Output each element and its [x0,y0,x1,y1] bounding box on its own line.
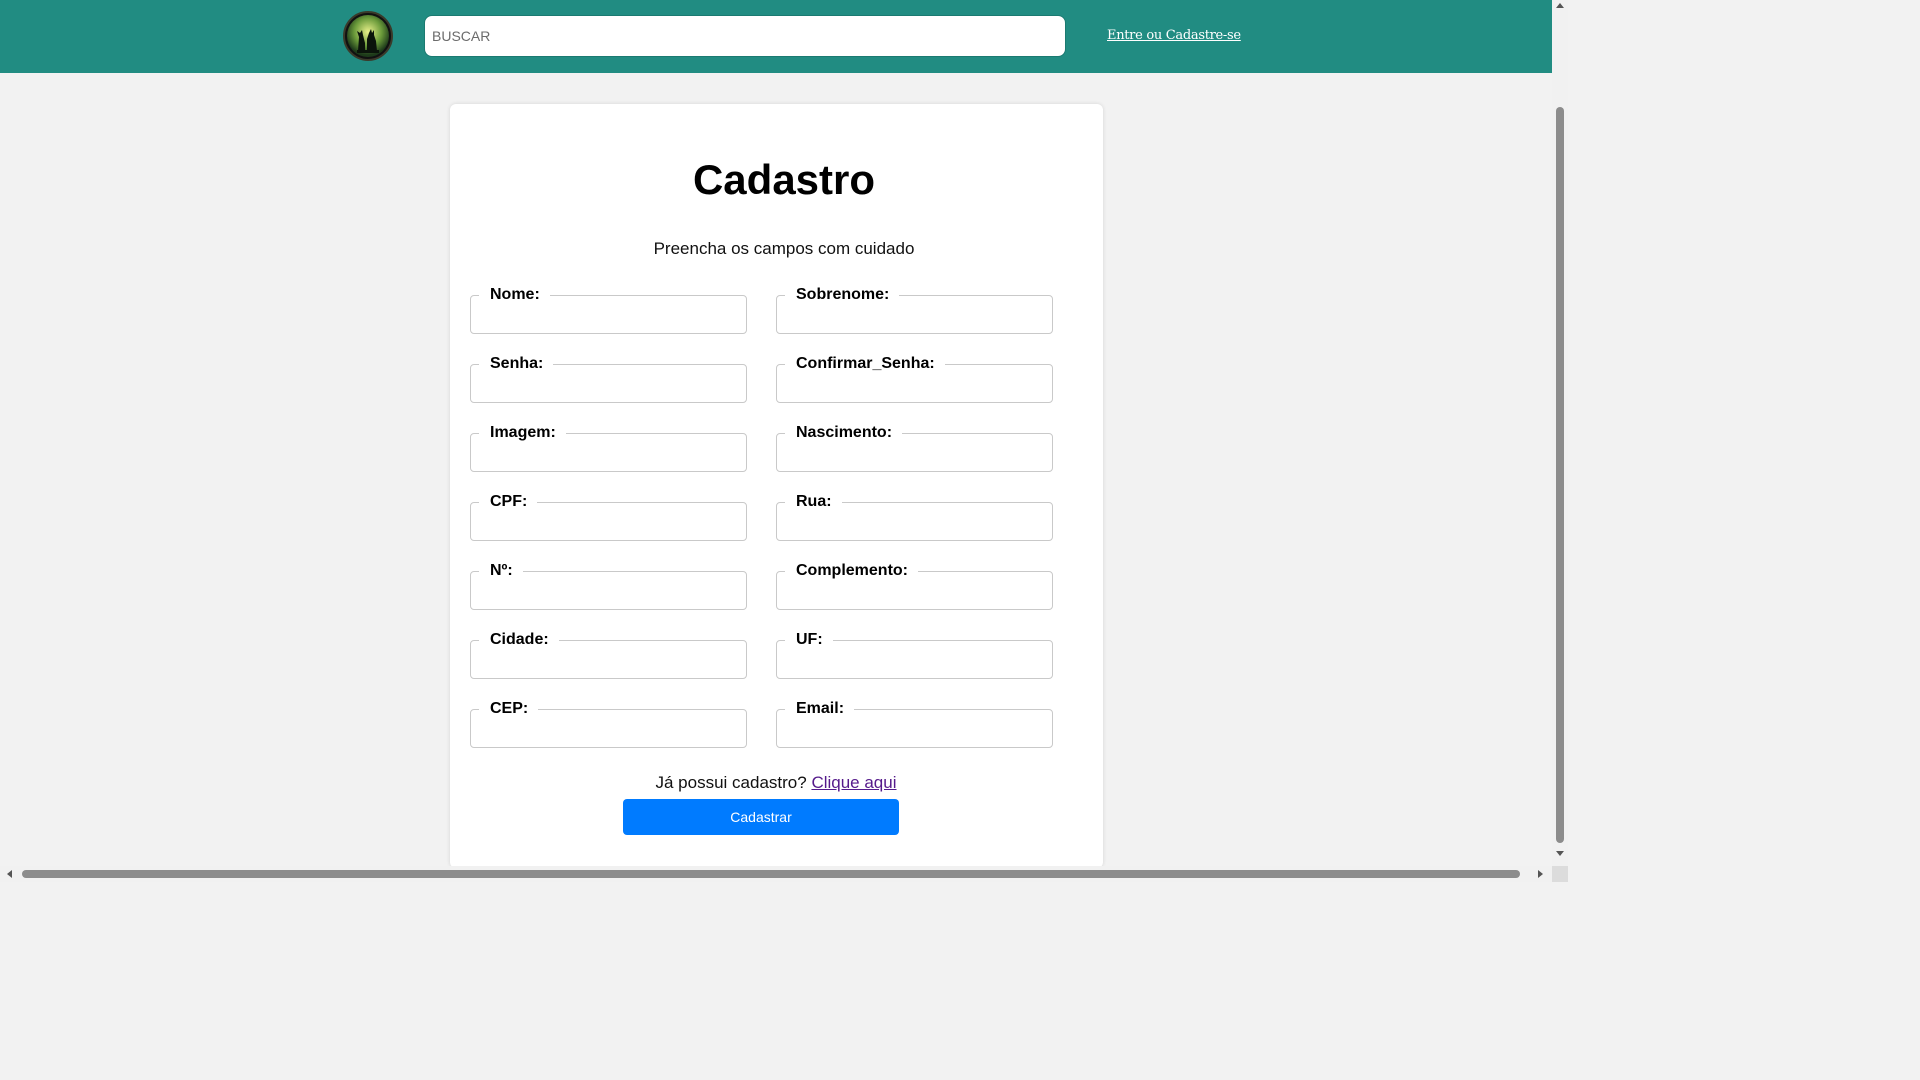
field-sobrenome: Sobrenome: [776,285,1053,334]
field-imagem: Imagem: [470,423,747,472]
registration-card [450,104,1103,868]
confirmar-senha-input[interactable] [785,374,1039,398]
cpf-input[interactable] [479,512,733,536]
rua-input[interactable] [785,512,1039,536]
field-label: Senha: [490,355,544,372]
field-label: Imagem: [490,424,556,441]
field-label: UF: [796,631,823,648]
complemento-input[interactable] [785,581,1039,605]
field-label: Cidade: [490,631,549,648]
login-here-link[interactable]: Clique aqui [811,773,896,792]
field-rua: Rua: [776,492,1053,541]
email-input[interactable] [785,719,1039,743]
field-label: Nº: [490,562,513,579]
field-confirmar-senha: Confirmar_Senha: [776,354,1053,403]
field-label: CEP: [490,700,529,717]
field-label: CPF: [490,493,528,510]
register-button[interactable]: Cadastrar [623,799,899,835]
page-title: Cadastro [692,156,876,203]
field-nome: Nome: [470,285,747,334]
field-cpf: CPF: [470,492,747,541]
numero-input[interactable] [479,581,733,605]
scroll-left-arrow-icon[interactable] [7,870,12,878]
nascimento-input[interactable] [785,443,1039,467]
login-prompt: Já possui cadastro? Clique aqui [0,773,1552,793]
horizontal-scroll-thumb[interactable] [22,870,1520,878]
scrollbar-corner [1552,866,1568,882]
imagem-input[interactable] [479,443,733,467]
field-senha: Senha: [470,354,747,403]
field-cep: CEP: [470,699,747,748]
cat-dog-silhouette-icon [347,15,389,57]
field-email: Email: [776,699,1053,748]
cidade-input[interactable] [479,650,733,674]
site-logo[interactable] [343,11,393,61]
field-label: Email: [796,700,845,717]
scroll-up-arrow-icon[interactable] [1556,3,1564,8]
field-nascimento: Nascimento: [776,423,1053,472]
field-numero: Nº: [470,561,747,610]
field-label: Complemento: [796,562,908,579]
uf-input[interactable] [785,650,1039,674]
field-label: Rua: [796,493,832,510]
scroll-down-arrow-icon[interactable] [1556,851,1564,856]
field-cidade: Cidade: [470,630,747,679]
field-label: Nascimento: [796,424,893,441]
horizontal-scrollbar[interactable] [0,866,1552,882]
cep-input[interactable] [479,719,733,743]
top-navbar: Entre ou Cadastre-se [0,0,1552,73]
scroll-right-arrow-icon[interactable] [1538,870,1543,878]
field-uf: UF: [776,630,1053,679]
search-bar[interactable] [424,15,1066,57]
field-label: Nome: [490,286,540,303]
senha-input[interactable] [479,374,733,398]
field-label: Confirmar_Senha: [796,355,935,372]
vertical-scroll-thumb[interactable] [1556,107,1564,843]
search-input[interactable] [425,16,1065,56]
vertical-scrollbar[interactable] [1552,0,1568,866]
login-prompt-text: Já possui cadastro? [655,773,807,792]
field-complemento: Complemento: [776,561,1053,610]
sobrenome-input[interactable] [785,305,1039,329]
login-register-link[interactable]: Entre ou Cadastre-se [1107,28,1241,43]
nome-input[interactable] [479,305,733,329]
form-subtitle: Preencha os campos com cuidado [653,239,915,258]
field-label: Sobrenome: [796,286,890,303]
